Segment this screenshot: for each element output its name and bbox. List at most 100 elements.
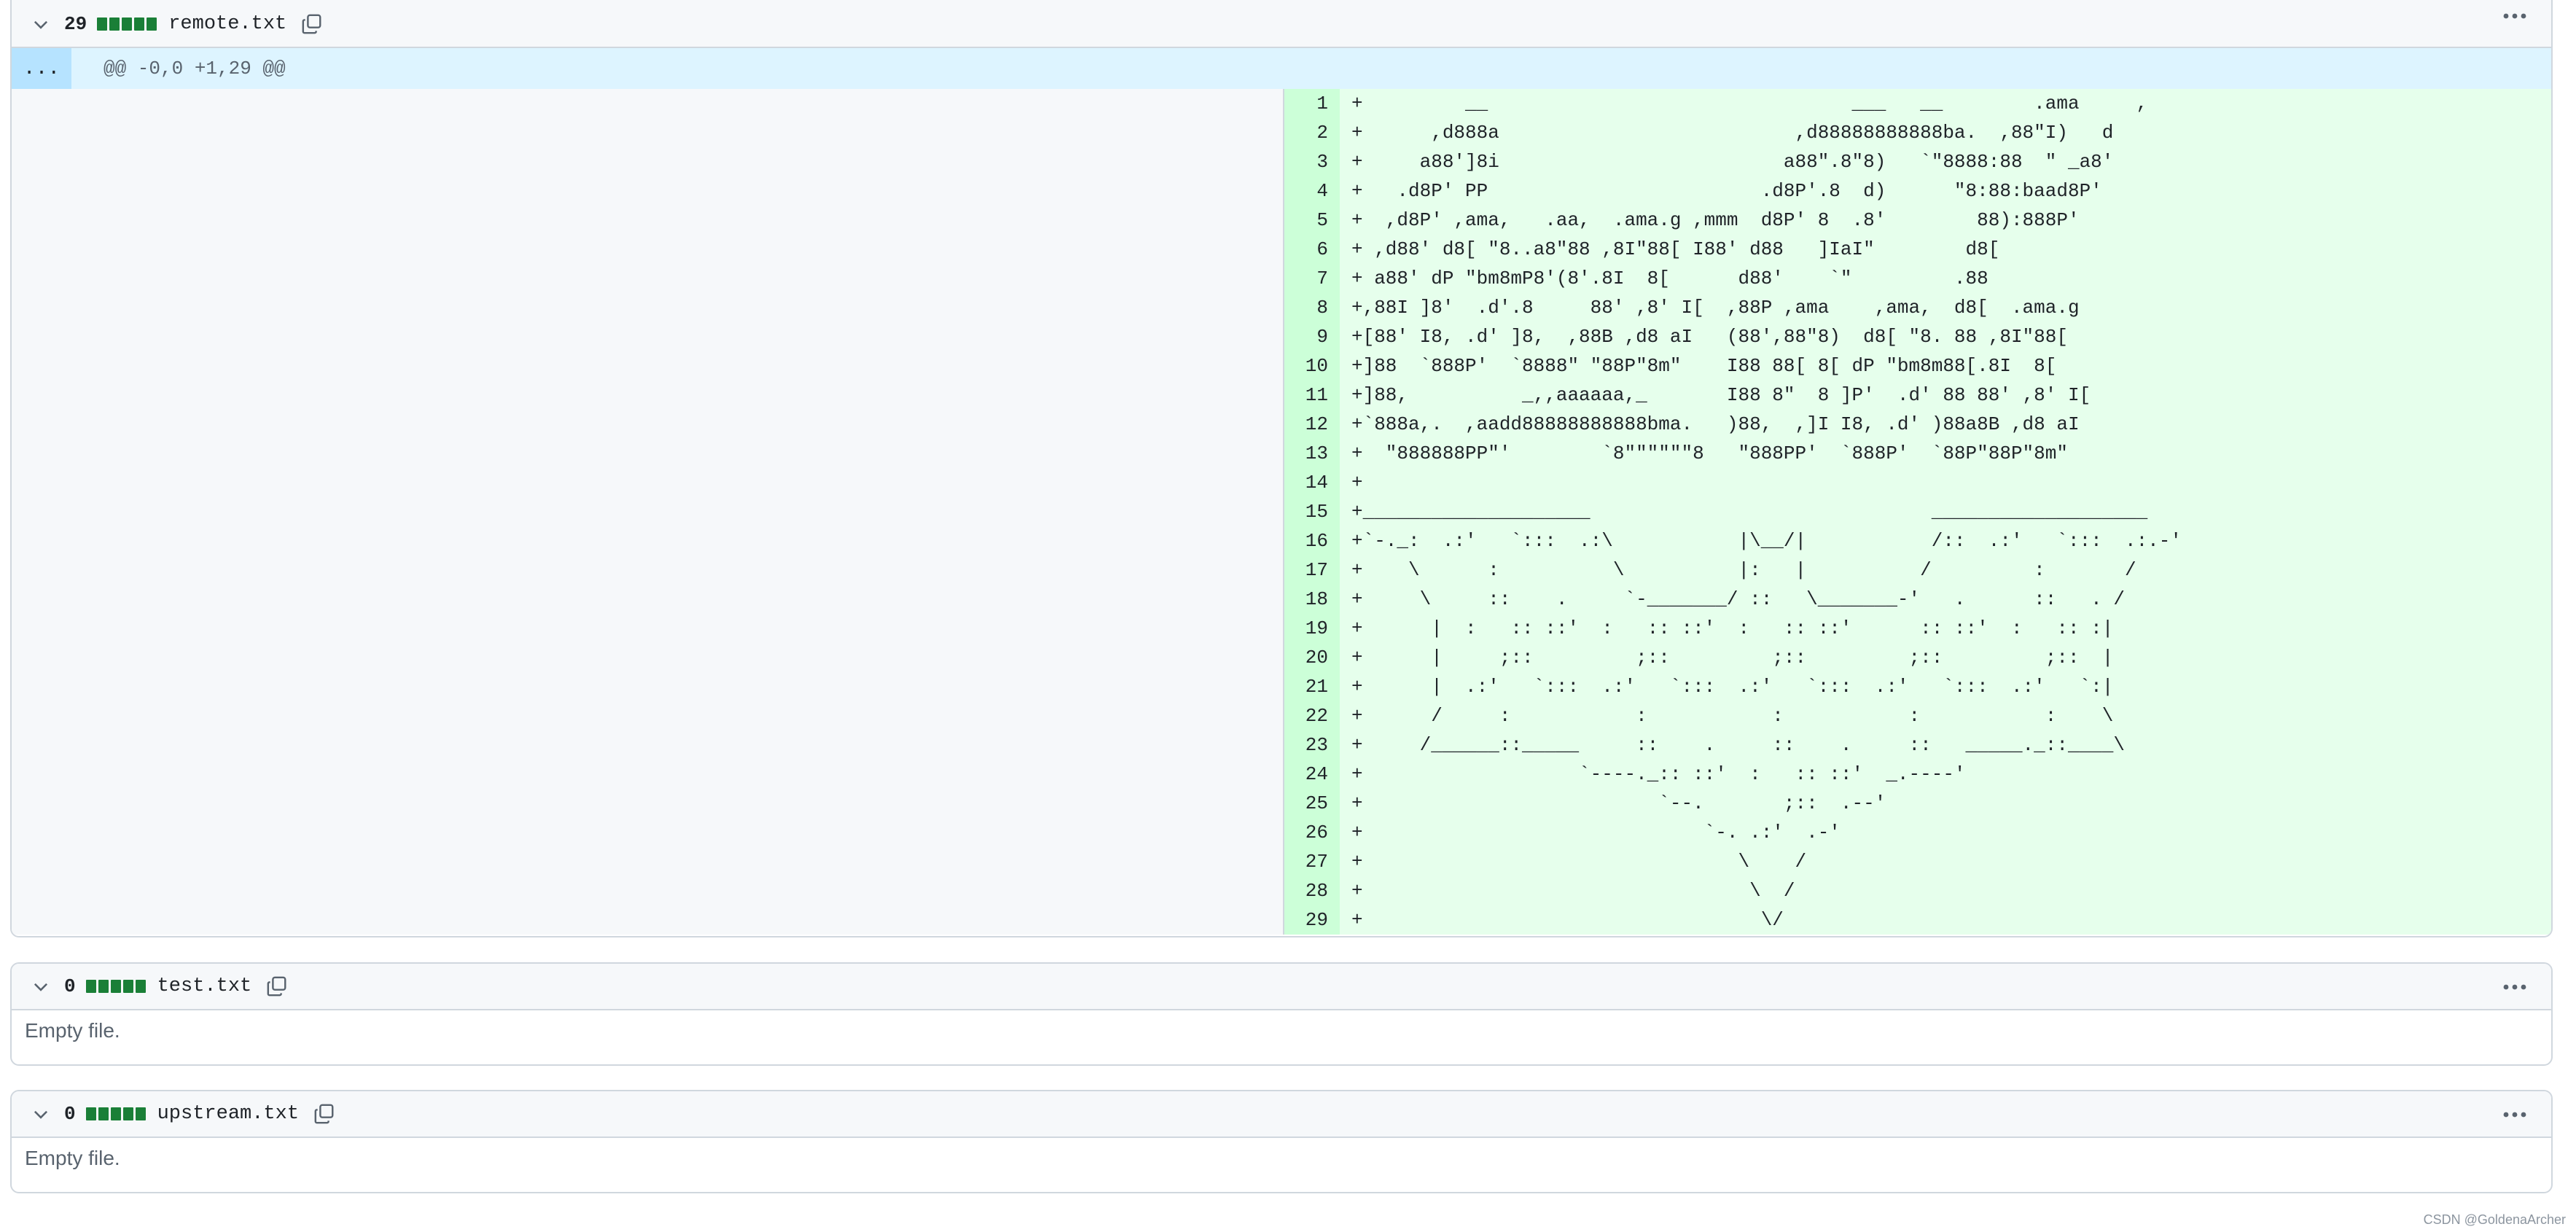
line-number[interactable]: 9 bbox=[1284, 322, 1340, 351]
file-name[interactable]: test.txt bbox=[157, 975, 252, 997]
diff-count: 0 bbox=[64, 1103, 76, 1125]
copy-icon bbox=[267, 976, 286, 997]
line-code: + / : : : : : \ bbox=[1340, 701, 2551, 730]
more-options-button[interactable] bbox=[2500, 3, 2529, 29]
line-number[interactable]: 6 bbox=[1284, 235, 1340, 264]
line-number[interactable]: 20 bbox=[1284, 643, 1340, 672]
line-number[interactable]: 13 bbox=[1284, 439, 1340, 468]
diff-line: 25 + `--. ;:: .--' bbox=[1284, 789, 2551, 818]
diff-line: 22 + / : : : : : \ bbox=[1284, 701, 2551, 730]
empty-file-note: Empty file. bbox=[25, 1147, 120, 1169]
file-header: 0 test.txt bbox=[12, 964, 2551, 1010]
line-code: + ,d8P' ,ama, .aa, .ama.g ,mmm d8P' 8 .8… bbox=[1340, 206, 2551, 235]
line-number[interactable]: 3 bbox=[1284, 147, 1340, 176]
line-number[interactable]: 29 bbox=[1284, 905, 1340, 935]
kebab-icon bbox=[2503, 1112, 2526, 1118]
diff-line: 20 + | ;:: ;:: ;:: ;:: ;:: | bbox=[1284, 643, 2551, 672]
line-code: + \ :: . `-_______/ :: \_______-' . :: .… bbox=[1340, 585, 2551, 614]
line-number[interactable]: 5 bbox=[1284, 206, 1340, 235]
line-code: + __ ___ __ .ama , bbox=[1340, 89, 2551, 118]
kebab-icon bbox=[2503, 984, 2526, 990]
diff-line: 6 + ,d88' d8[ "8..a8"88 ,8I"88[ I88' d88 … bbox=[1284, 235, 2551, 264]
line-code: +____________________ __________________… bbox=[1340, 497, 2551, 526]
more-options-button[interactable] bbox=[2500, 974, 2529, 1000]
line-code: + | .:' `::: .:' `::: .:' `::: .:' `::: … bbox=[1340, 672, 2551, 701]
diff-line: 17 + \ : \ |: | / : / bbox=[1284, 555, 2551, 585]
diff-line: 23 + /______::_____ :: . :: . :: _____._:… bbox=[1284, 730, 2551, 760]
line-number[interactable]: 7 bbox=[1284, 264, 1340, 293]
watermark: CSDN @GoldenaArcher bbox=[2423, 1212, 2566, 1227]
more-options-button[interactable] bbox=[2500, 1102, 2529, 1128]
diff-count: 29 bbox=[64, 13, 87, 35]
hunk-range: @@ -0,0 +1,29 @@ bbox=[104, 58, 286, 79]
line-number[interactable]: 11 bbox=[1284, 381, 1340, 410]
file-header: 29 remote.txt bbox=[12, 0, 2551, 48]
line-number[interactable]: 24 bbox=[1284, 760, 1340, 789]
kebab-icon bbox=[2503, 13, 2526, 19]
copy-path-button[interactable] bbox=[265, 974, 289, 999]
line-code: + ,d88' d8[ "8..a8"88 ,8I"88[ I88' d88 ]… bbox=[1340, 235, 2551, 264]
file-name[interactable]: remote.txt bbox=[168, 13, 286, 35]
line-number[interactable]: 1 bbox=[1284, 89, 1340, 118]
diff-line: 1 + __ ___ __ .ama , bbox=[1284, 89, 2551, 118]
diff-line: 19 + | : :: ::' : :: ::' : :: ::' :: ::' … bbox=[1284, 614, 2551, 643]
copy-path-button[interactable] bbox=[312, 1102, 337, 1126]
line-number[interactable]: 19 bbox=[1284, 614, 1340, 643]
diff-line: 15 +____________________ ________________… bbox=[1284, 497, 2551, 526]
diff-line: 2 + ,d888a ,d88888888888ba. ,88"I) d bbox=[1284, 118, 2551, 147]
chevron-down-icon bbox=[34, 20, 48, 29]
line-number[interactable]: 23 bbox=[1284, 730, 1340, 760]
line-code: +,88I ]8' .d'.8 88' ,8' I[ ,88P ,ama ,am… bbox=[1340, 293, 2551, 322]
line-code: + \ / bbox=[1340, 876, 2551, 905]
file-name[interactable]: upstream.txt bbox=[157, 1103, 299, 1125]
line-number[interactable]: 26 bbox=[1284, 818, 1340, 847]
collapse-toggle[interactable] bbox=[19, 1091, 63, 1137]
empty-file-note: Empty file. bbox=[25, 1019, 120, 1042]
collapse-toggle[interactable] bbox=[19, 964, 63, 1010]
diff-count: 0 bbox=[64, 975, 76, 997]
expand-button[interactable]: ... bbox=[12, 48, 71, 89]
line-number[interactable]: 27 bbox=[1284, 847, 1340, 876]
file-remote: 29 remote.txt ... @@ -0,0 +1,29 @@ 1 + __… bbox=[10, 0, 2553, 937]
hunk-header: ... @@ -0,0 +1,29 @@ bbox=[12, 48, 2551, 89]
line-number[interactable]: 10 bbox=[1284, 351, 1340, 381]
line-code: + /______::_____ :: . :: . :: _____._::_… bbox=[1340, 730, 2551, 760]
line-number[interactable]: 16 bbox=[1284, 526, 1340, 555]
line-code: +]88, _,,aaaaaa,_ I88 8" 8 ]P' .d' 88 88… bbox=[1340, 381, 2551, 410]
diff-line: 18 + \ :: . `-_______/ :: \_______-' . ::… bbox=[1284, 585, 2551, 614]
added-side: 1 + __ ___ __ .ama , 2 + ,d888a ,d888888888… bbox=[1284, 89, 2551, 935]
line-number[interactable]: 22 bbox=[1284, 701, 1340, 730]
diff-line: 21 + | .:' `::: .:' `::: .:' `::: .:' `::… bbox=[1284, 672, 2551, 701]
diff-line: 26 + `-. .:' .-' bbox=[1284, 818, 2551, 847]
line-code: + \ / bbox=[1340, 847, 2551, 876]
line-number[interactable]: 21 bbox=[1284, 672, 1340, 701]
line-number[interactable]: 8 bbox=[1284, 293, 1340, 322]
line-number[interactable]: 14 bbox=[1284, 468, 1340, 497]
diff-line: 29 + \/ bbox=[1284, 905, 2551, 935]
diff-line: 13 + "888888PP"' `8""""""8 "888PP' `888P'… bbox=[1284, 439, 2551, 468]
line-number[interactable]: 17 bbox=[1284, 555, 1340, 585]
diff-line: 9 +[88' I8, .d' ]8, ,88B ,d8 aI (88',88"8… bbox=[1284, 322, 2551, 351]
diff-line: 8 +,88I ]8' .d'.8 88' ,8' I[ ,88P ,ama ,a… bbox=[1284, 293, 2551, 322]
copy-icon bbox=[314, 1104, 334, 1124]
line-number[interactable]: 15 bbox=[1284, 497, 1340, 526]
copy-path-button[interactable] bbox=[300, 12, 324, 36]
line-number[interactable]: 25 bbox=[1284, 789, 1340, 818]
diff-line: 3 + a88']8i a88".8"8) `"8888:88 " _a8' bbox=[1284, 147, 2551, 176]
diff-line: 11 +]88, _,,aaaaaa,_ I88 8" 8 ]P' .d' 88 … bbox=[1284, 381, 2551, 410]
line-code: +`888a,. ,aadd88888888888bma. )88, ,]I I… bbox=[1340, 410, 2551, 439]
file-header: 0 upstream.txt bbox=[12, 1091, 2551, 1138]
line-number[interactable]: 2 bbox=[1284, 118, 1340, 147]
file-upstream: 0 upstream.txt Empty file. bbox=[10, 1090, 2553, 1193]
line-number[interactable]: 4 bbox=[1284, 176, 1340, 206]
collapse-toggle[interactable] bbox=[19, 1, 63, 47]
line-code: + a88' dP "bm8mP8'(8'.8I 8[ d88' `" .88 bbox=[1340, 264, 2551, 293]
diff-line: 28 + \ / bbox=[1284, 876, 2551, 905]
diff-line: 4 + .d8P' PP .d8P'.8 d) "8:88:baad8P' bbox=[1284, 176, 2551, 206]
line-number[interactable]: 28 bbox=[1284, 876, 1340, 905]
line-number[interactable]: 12 bbox=[1284, 410, 1340, 439]
line-code: + "888888PP"' `8""""""8 "888PP' `888P' `… bbox=[1340, 439, 2551, 468]
line-number[interactable]: 18 bbox=[1284, 585, 1340, 614]
line-code: +[88' I8, .d' ]8, ,88B ,d8 aI (88',88"8)… bbox=[1340, 322, 2551, 351]
copy-icon bbox=[302, 14, 321, 34]
